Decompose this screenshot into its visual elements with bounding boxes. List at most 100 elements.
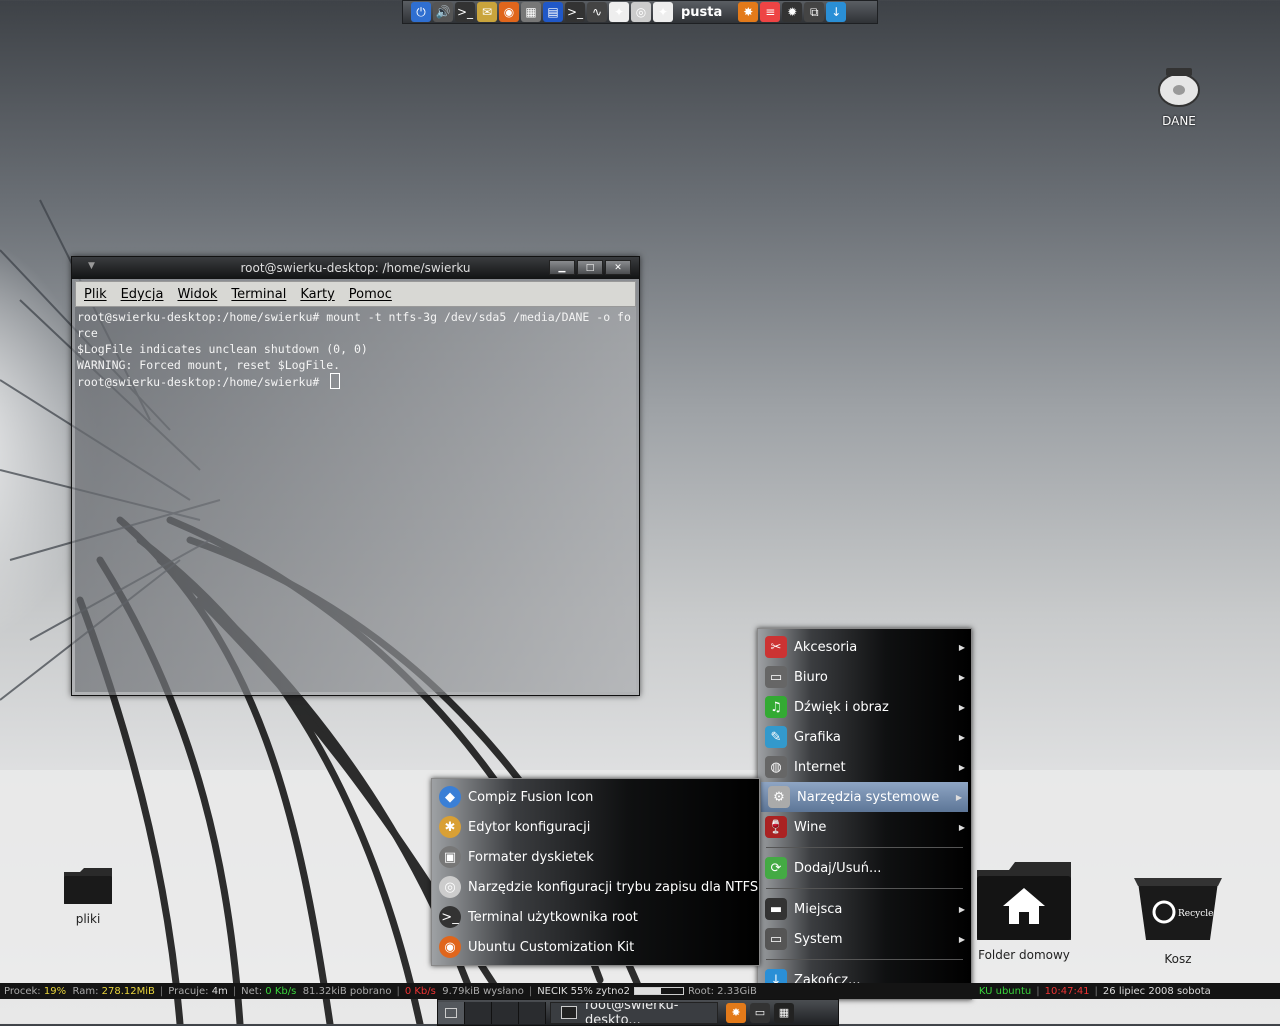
desktop-icon-home[interactable]: Folder domowy: [975, 860, 1073, 962]
trash-label: Kosz: [1164, 952, 1192, 966]
menu-item-grafika[interactable]: ✎ Grafika ▶: [758, 722, 971, 752]
drive-icon: [1158, 68, 1200, 107]
desktop-icon-pliki[interactable]: pliki: [62, 864, 114, 926]
app-icon[interactable]: ≡: [760, 2, 781, 22]
terminal-window[interactable]: ▼ root@swierku-desktop: /home/swierku ▁ …: [71, 256, 640, 696]
submenu-item[interactable]: ◉ Ubuntu Customization Kit: [432, 932, 759, 962]
power-icon[interactable]: ⏻: [411, 2, 431, 22]
task-button-terminal[interactable]: root@swierku-deskto...: [550, 1001, 718, 1024]
submenu-item[interactable]: ◆ Compiz Fusion Icon: [432, 782, 759, 812]
update-icon[interactable]: ✸: [738, 2, 759, 22]
terminal-prompt: root@swierku-desktop:/home/swierku#: [77, 375, 327, 389]
menu-item-dźwięk-i-obraz[interactable]: ♫ Dźwięk i obraz ▶: [758, 692, 971, 722]
system-monitor-icon[interactable]: ∿: [587, 2, 607, 22]
menu-karty[interactable]: Karty: [300, 287, 334, 302]
menu-pomoc[interactable]: Pomoc: [349, 287, 392, 302]
firefox-icon[interactable]: ◉: [499, 2, 519, 22]
status-bar: Procek: 19% Ram: 278.12MiB | Pracuje: 4m …: [0, 983, 1280, 999]
procek-label: Procek:: [4, 985, 41, 997]
menu-separator: [766, 847, 963, 848]
network-icon[interactable]: ⧉: [804, 2, 825, 22]
maximize-icon: □: [585, 262, 595, 273]
desktop-icon-dane[interactable]: DANE: [1156, 64, 1202, 128]
task-button-label: root@swierku-deskto...: [585, 1001, 679, 1024]
menu-item-wine[interactable]: 🍷 Wine ▶: [758, 812, 971, 842]
submenu-arrow-icon: ▶: [958, 762, 965, 772]
folder-icon: [64, 868, 112, 904]
accessories-icon: ✂: [765, 636, 787, 658]
menu-item-add-remove[interactable]: ⟳ Dodaj/Usuń...: [758, 853, 971, 883]
workspace-3[interactable]: [492, 1001, 519, 1024]
document-icon[interactable]: ✦: [609, 2, 629, 22]
submenu-arrow-icon: ▶: [958, 702, 965, 712]
close-button[interactable]: ✕: [605, 260, 631, 275]
workspace-2[interactable]: [465, 1001, 492, 1024]
submenu-arrow-icon: ▶: [958, 672, 965, 682]
submenu-item[interactable]: ▣ Formater dyskietek: [432, 842, 759, 872]
submenu-item-label: Narzędzie konfiguracji trybu zapisu dla …: [468, 879, 759, 895]
menu-widok[interactable]: Widok: [177, 287, 217, 302]
dane-label: DANE: [1162, 114, 1196, 128]
submenu-item[interactable]: ✱ Edytor konfiguracji: [432, 812, 759, 842]
disc-icon[interactable]: ◎: [631, 2, 651, 22]
terminal-titlebar[interactable]: ▼ root@swierku-desktop: /home/swierku ▁ …: [72, 257, 639, 279]
submenu-item[interactable]: ◎ Narzędzie konfiguracji trybu zapisu dla…: [432, 872, 759, 902]
ntfs-config-icon: ◎: [439, 876, 461, 898]
taskbar: root@swierku-deskto... ✸ ▭ ▦: [437, 999, 839, 1026]
system-icon: ▭: [765, 928, 787, 950]
mail-icon[interactable]: ✉: [477, 2, 497, 22]
workspace-icon[interactable]: ▤: [543, 2, 563, 22]
download-icon[interactable]: ↓: [826, 2, 847, 22]
monitor-tray-icon[interactable]: ▭: [750, 1002, 770, 1023]
menu-item-narzędzia-systemowe[interactable]: ⚙ Narzędzia systemowe ▶: [761, 782, 968, 812]
uck-icon: ◉: [439, 936, 461, 958]
terminal-title: root@swierku-desktop: /home/swierku: [240, 261, 471, 275]
menu-item-system[interactable]: ▭ System ▶: [758, 924, 971, 954]
terminal2-icon[interactable]: >_: [565, 2, 585, 22]
box-tray-icon[interactable]: ▦: [774, 1002, 794, 1023]
system-tools-icon: ⚙: [768, 786, 790, 808]
menu-separator: [766, 888, 963, 889]
update-tray-icon[interactable]: ✸: [726, 1002, 746, 1023]
maximize-button[interactable]: □: [577, 260, 603, 275]
root-terminal-icon: >_: [439, 906, 461, 928]
menu-separator: [766, 959, 963, 960]
submenu-arrow-icon: ▶: [958, 904, 965, 914]
pliki-label: pliki: [75, 912, 101, 926]
minimize-button[interactable]: ▁: [549, 260, 575, 275]
menu-edycja[interactable]: Edycja: [121, 287, 164, 302]
multimedia-icon: ♫: [765, 696, 787, 718]
home-folder-icon: [977, 862, 1071, 940]
terminal-prompt-line: root@swierku-desktop:/home/swierku#: [77, 373, 634, 390]
window-menu-icon[interactable]: ▼: [88, 261, 95, 271]
menu-item-label: System: [794, 931, 843, 947]
calculator-icon[interactable]: ▦: [521, 2, 541, 22]
menu-item-internet[interactable]: ◍ Internet ▶: [758, 752, 971, 782]
menu-terminal[interactable]: Terminal: [231, 287, 286, 302]
workspace-1[interactable]: [438, 1001, 465, 1024]
terminal-cursor: [330, 373, 341, 389]
clock-time: 10:47:41: [1044, 985, 1090, 997]
menu-plik[interactable]: Plik: [84, 287, 107, 302]
wine-icon: 🍷: [765, 816, 787, 838]
terminal-output[interactable]: root@swierku-desktop:/home/swierku# moun…: [75, 307, 636, 692]
submenu-item-label: Edytor konfiguracji: [468, 819, 591, 835]
submenu-item-label: Terminal użytkownika root: [468, 909, 638, 925]
menu-item-akcesoria[interactable]: ✂ Akcesoria ▶: [758, 632, 971, 662]
menu-item-places[interactable]: ▬ Miejsca ▶: [758, 894, 971, 924]
submenu-arrow-icon: ▶: [958, 822, 965, 832]
submenu-item[interactable]: >_ Terminal użytkownika root: [432, 902, 759, 932]
volume-icon[interactable]: 🔊: [433, 2, 453, 22]
menu-item-label: Miejsca: [794, 901, 843, 917]
workspace-4[interactable]: [519, 1001, 546, 1024]
submenu-arrow-icon: ▶: [955, 792, 962, 802]
system-tools-submenu: ◆ Compiz Fusion Icon ✱ Edytor konfiguracji ▣…: [431, 778, 760, 966]
settings-icon[interactable]: ✹: [782, 2, 803, 22]
menu-item-biuro[interactable]: ▭ Biuro ▶: [758, 662, 971, 692]
menu-item-label: Wine: [794, 819, 827, 835]
menu-item-label: Dźwięk i obraz: [794, 699, 889, 715]
top-panel: ⏻ 🔊 >_ ✉ ◉ ▦ ▤ >_ ∿ ✦ ◎ ✦ pusta ✸ ≡ ✹ ⧉ ↓: [402, 0, 878, 24]
document2-icon[interactable]: ✦: [653, 2, 673, 22]
desktop-icon-trash[interactable]: Recycle Kosz: [1130, 876, 1226, 966]
terminal-icon[interactable]: >_: [455, 2, 475, 22]
